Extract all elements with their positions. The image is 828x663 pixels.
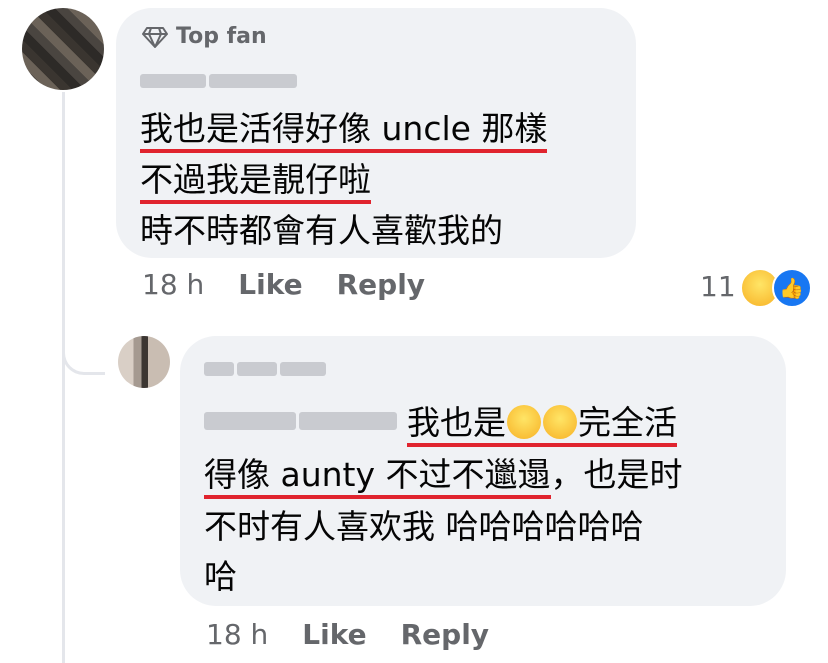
reply-avatar[interactable] [118, 336, 170, 388]
avatar[interactable] [22, 8, 104, 90]
reply-line: 得像 aunty 不过不邋遢，也是时 [204, 454, 683, 499]
reaction-icons: 👍 [739, 266, 812, 308]
thread-connector [62, 320, 105, 375]
tagged-name[interactable] [204, 412, 397, 430]
reactions-summary[interactable]: 11 👍 [700, 266, 812, 308]
reply-text-part: 我也是 [407, 403, 506, 442]
reply-button[interactable]: Reply [337, 268, 425, 301]
top-fan-badge: Top fan [142, 24, 267, 49]
reply-line: 哈 [204, 556, 237, 598]
like-button[interactable]: Like [238, 268, 302, 301]
reply-text: 我也是 完全活 [407, 403, 677, 447]
reply-line: 我也是 完全活 [204, 402, 677, 447]
reply-text: 得像 aunty 不过不邋遢 [204, 455, 551, 499]
reply-text: 哈 [204, 557, 237, 596]
like-button[interactable]: Like [302, 618, 366, 651]
timestamp[interactable]: 18 h [142, 268, 204, 301]
comment-bubble: Top fan 我也是活得好像 uncle 那樣 不過我是靚仔啦 時不時都會有人… [116, 8, 636, 258]
reply-actions: 18 h Like Reply [206, 618, 489, 651]
reply-bubble: 我也是 完全活 得像 aunty 不过不邋遢，也是时 不时有人喜欢我 哈哈哈哈哈哈… [180, 336, 786, 606]
comment-line: 我也是活得好像 uncle 那樣 [140, 108, 548, 153]
rofl-emoji [543, 405, 577, 439]
comment-text: 時不時都會有人喜歡我的 [140, 211, 503, 250]
timestamp[interactable]: 18 h [206, 618, 268, 651]
rofl-emoji [507, 405, 541, 439]
commenter-name[interactable] [140, 74, 297, 88]
comment-actions: 18 h Like Reply [142, 268, 425, 301]
reply-text: ，也是时 [550, 455, 683, 494]
diamond-icon [142, 26, 168, 48]
like-icon: 👍 [771, 268, 812, 308]
thread-line [62, 92, 65, 663]
comment-line: 時不時都會有人喜歡我的 [140, 210, 503, 252]
comment-line: 不過我是靚仔啦 [140, 159, 371, 204]
badge-label: Top fan [176, 24, 267, 49]
reply-text: 不时有人喜欢我 哈哈哈哈哈哈 [204, 507, 644, 546]
reply-text-part: 完全活 [578, 403, 677, 442]
reply-commenter-name[interactable] [204, 362, 326, 376]
reply-button[interactable]: Reply [401, 618, 489, 651]
reaction-count: 11 [700, 269, 736, 303]
reply-line: 不时有人喜欢我 哈哈哈哈哈哈 [204, 506, 644, 548]
comment-text: 我也是活得好像 uncle 那樣 [140, 109, 548, 153]
comment-text: 不過我是靚仔啦 [140, 160, 371, 204]
